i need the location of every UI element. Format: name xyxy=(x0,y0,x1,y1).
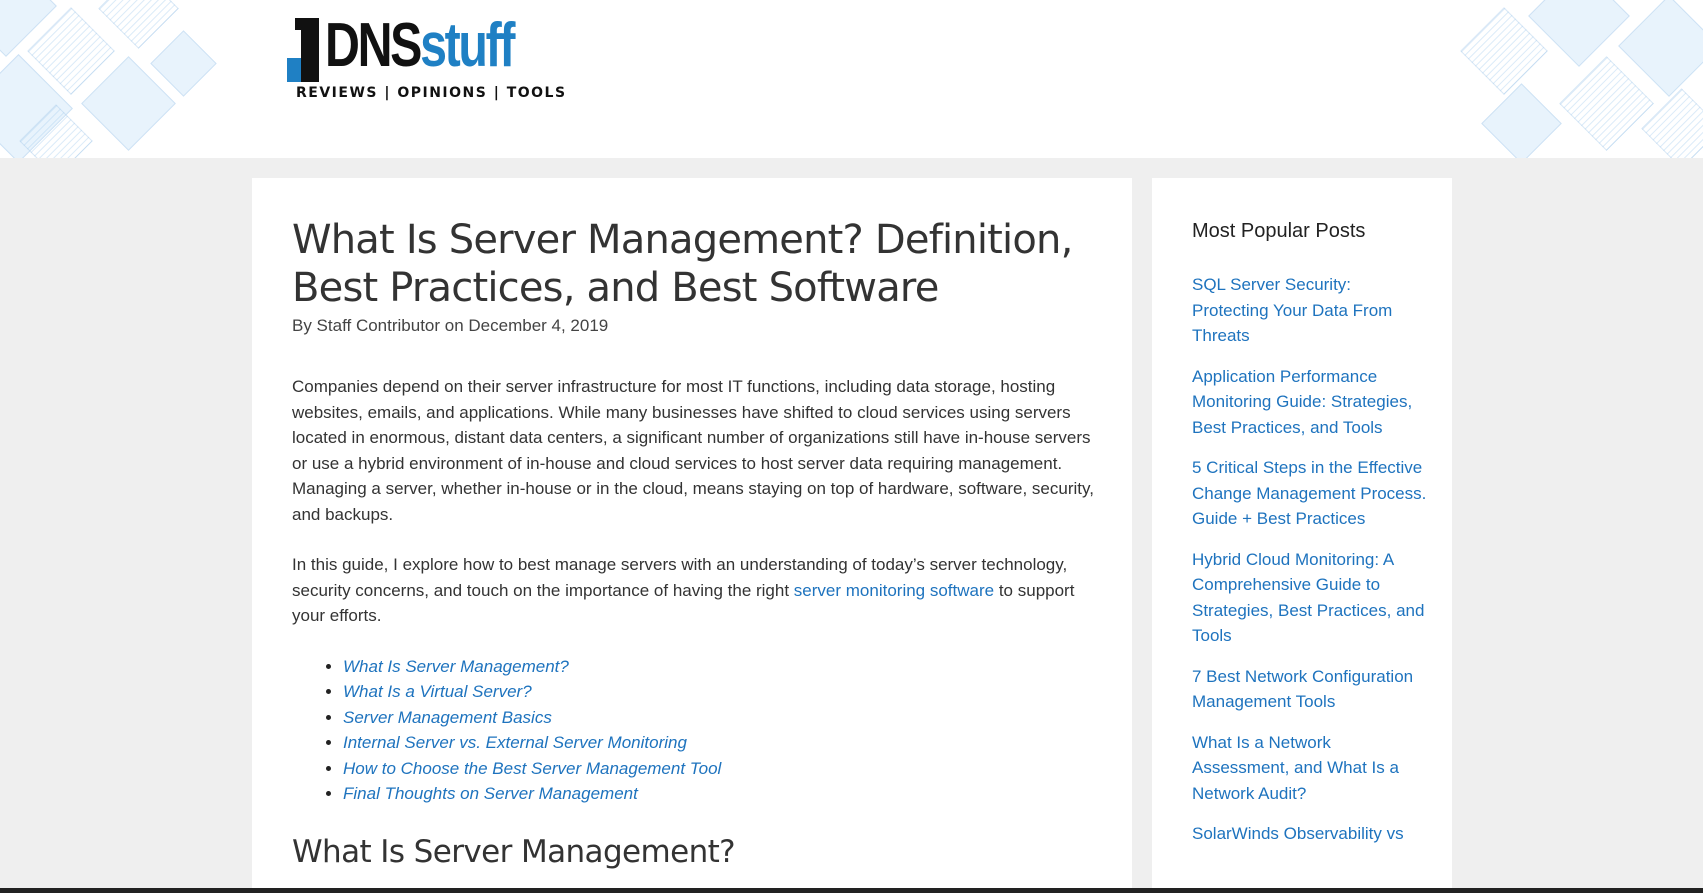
guide-paragraph: In this guide, I explore how to best man… xyxy=(292,552,1097,629)
toc-link[interactable]: How to Choose the Best Server Management… xyxy=(343,759,721,778)
list-item: Application Performance Monitoring Guide… xyxy=(1192,364,1428,441)
toc-link[interactable]: Final Thoughts on Server Management xyxy=(343,784,638,803)
toc-item: What Is Server Management? xyxy=(343,654,1097,680)
popular-post-link[interactable]: SolarWinds Observability vs xyxy=(1192,821,1428,847)
window-bottom-edge xyxy=(0,888,1703,893)
toc-item: Server Management Basics xyxy=(343,705,1097,731)
section-heading: What Is Server Management? xyxy=(292,833,736,870)
list-item: SolarWinds Observability vs xyxy=(1192,821,1428,847)
logo-tagline: REVIEWS | OPINIONS | TOOLS xyxy=(296,85,567,101)
intro-paragraph: Companies depend on their server infrast… xyxy=(292,377,1094,524)
list-item: 7 Best Network Configuration Management … xyxy=(1192,664,1428,715)
list-item: 5 Critical Steps in the Effective Change… xyxy=(1192,455,1428,532)
table-of-contents: What Is Server Management? What Is a Vir… xyxy=(292,654,1097,807)
header-decoration-left xyxy=(0,0,230,158)
logo-dns: DNS xyxy=(325,11,422,80)
logo-stuff: stuff xyxy=(420,11,515,80)
list-item: Hybrid Cloud Monitoring: A Comprehensive… xyxy=(1192,547,1428,649)
page-title: What Is Server Management? Definition, B… xyxy=(292,217,1073,311)
article-byline: By Staff Contributor on December 4, 2019 xyxy=(292,316,609,335)
logo-wordmark: DNSstuff xyxy=(325,10,515,82)
sidebar: Most Popular Posts SQL Server Security: … xyxy=(1152,178,1452,893)
popular-post-link[interactable]: SQL Server Security: Protecting Your Dat… xyxy=(1192,272,1428,349)
toc-item: Final Thoughts on Server Management xyxy=(343,781,1097,807)
popular-post-link[interactable]: Application Performance Monitoring Guide… xyxy=(1192,364,1428,441)
popular-post-link[interactable]: 5 Critical Steps in the Effective Change… xyxy=(1192,455,1428,532)
popular-posts-title: Most Popular Posts xyxy=(1192,220,1366,242)
toc-link[interactable]: Server Management Basics xyxy=(343,708,552,727)
toc-item: Internal Server vs. External Server Moni… xyxy=(343,730,1097,756)
logo-mark-icon xyxy=(287,18,319,82)
popular-post-link[interactable]: Hybrid Cloud Monitoring: A Comprehensive… xyxy=(1192,547,1428,649)
popular-post-link[interactable]: What Is a Network Assessment, and What I… xyxy=(1192,730,1428,807)
list-item: SQL Server Security: Protecting Your Dat… xyxy=(1192,272,1428,349)
popular-post-link[interactable]: 7 Best Network Configuration Management … xyxy=(1192,664,1428,715)
toc-item: What Is a Virtual Server? xyxy=(343,679,1097,705)
toc-item: How to Choose the Best Server Management… xyxy=(343,756,1097,782)
header-decoration-right xyxy=(1453,0,1703,158)
site-header: DNSstuff REVIEWS | OPINIONS | TOOLS xyxy=(0,0,1703,158)
popular-posts-list: SQL Server Security: Protecting Your Dat… xyxy=(1192,272,1428,847)
server-monitoring-software-link[interactable]: server monitoring software xyxy=(794,581,994,600)
article-container: What Is Server Management? Definition, B… xyxy=(252,178,1132,893)
toc-link[interactable]: What Is Server Management? xyxy=(343,657,569,676)
toc-link[interactable]: Internal Server vs. External Server Moni… xyxy=(343,733,687,752)
list-item: What Is a Network Assessment, and What I… xyxy=(1192,730,1428,807)
site-logo[interactable]: DNSstuff REVIEWS | OPINIONS | TOOLS xyxy=(287,11,565,106)
toc-link[interactable]: What Is a Virtual Server? xyxy=(343,682,532,701)
